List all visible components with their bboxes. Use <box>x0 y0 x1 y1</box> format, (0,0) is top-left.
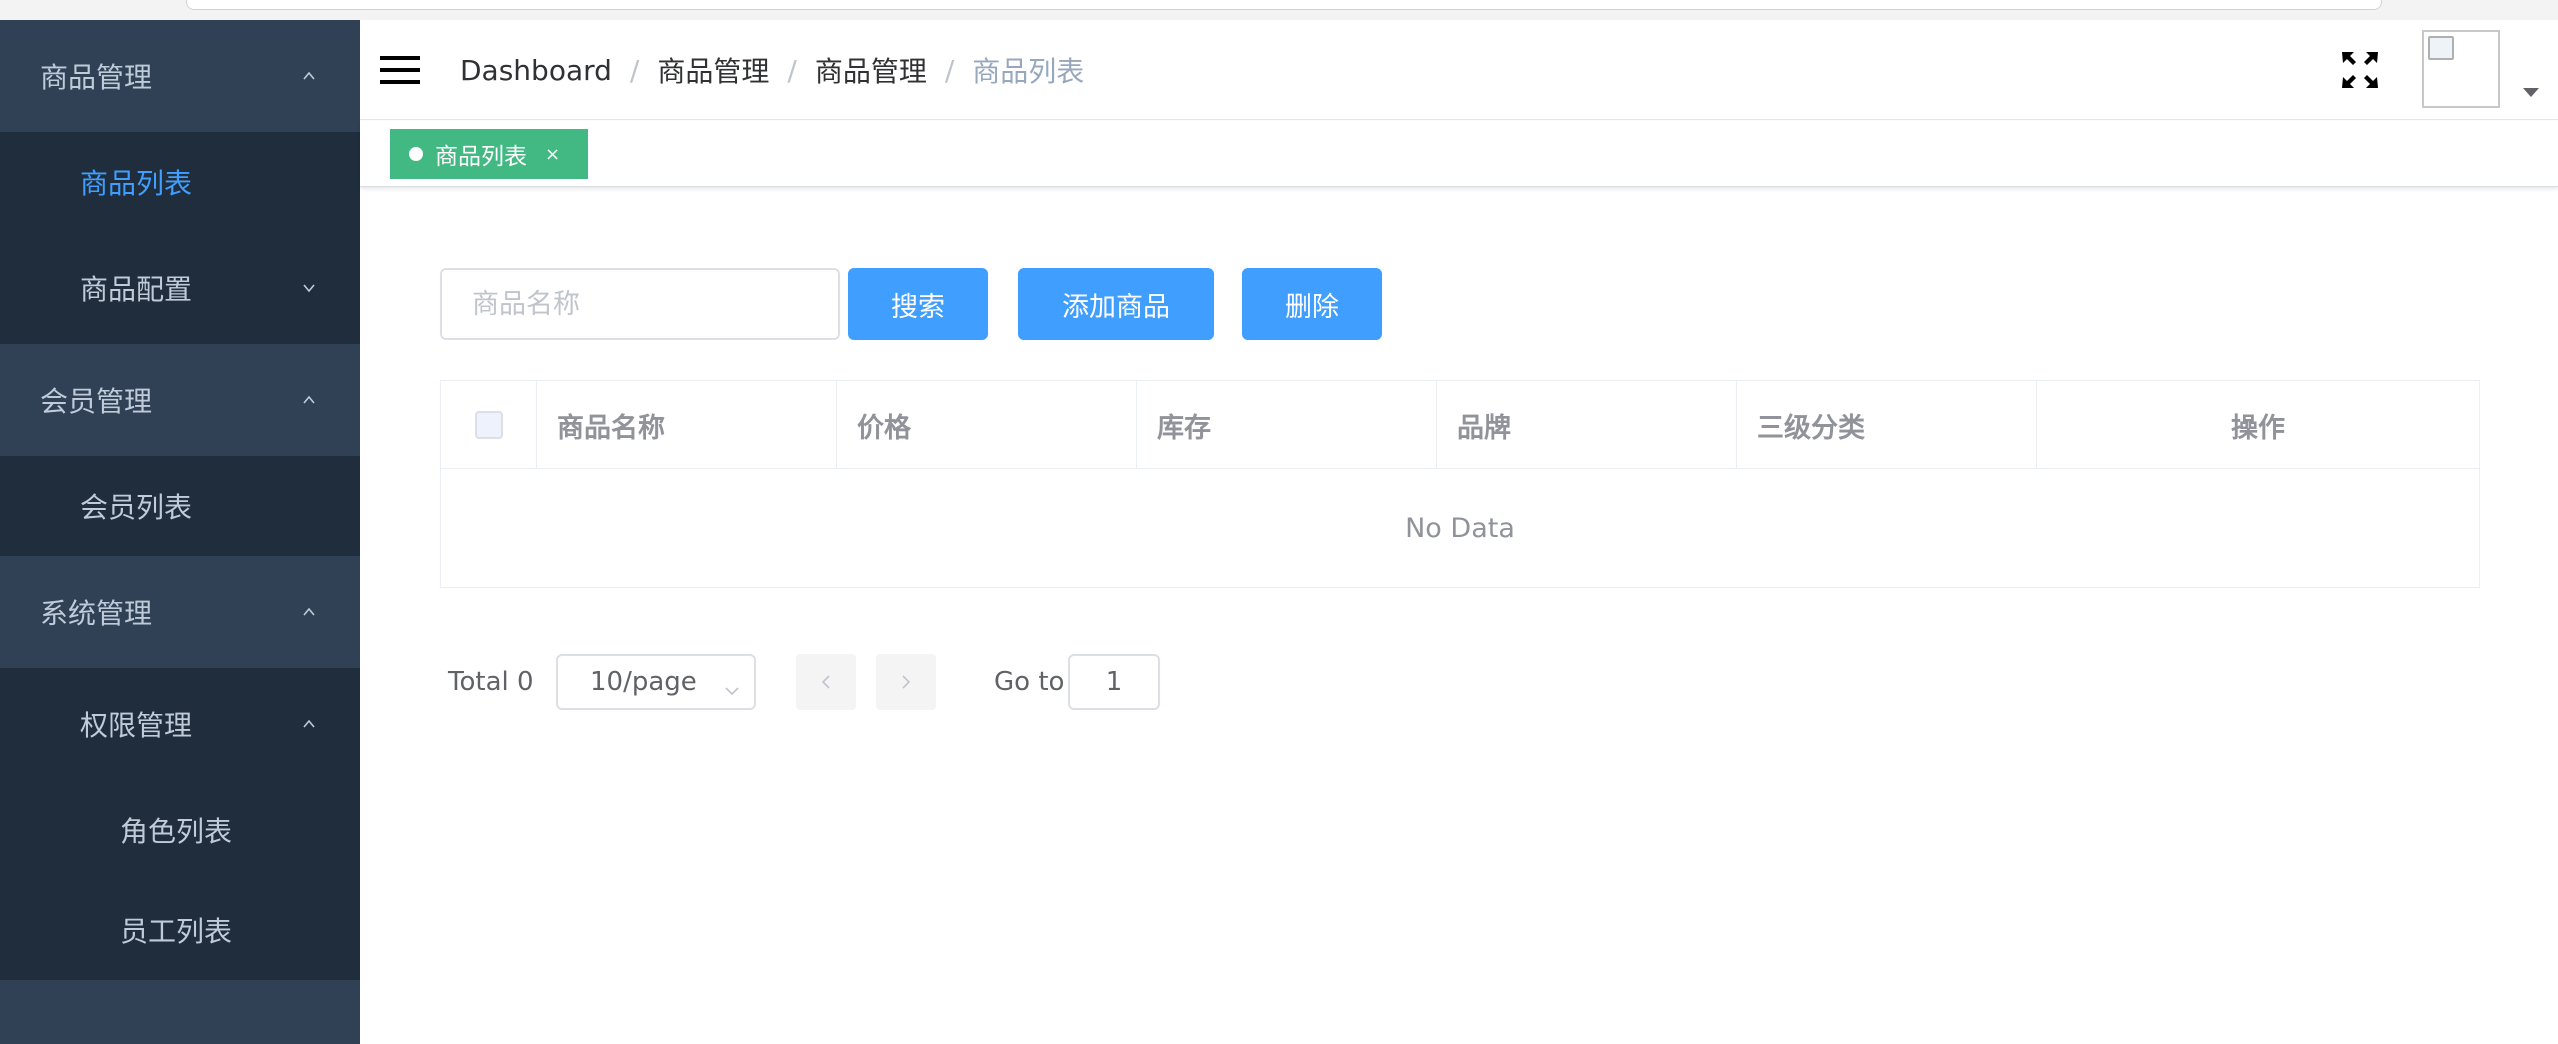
select-all-checkbox[interactable] <box>474 411 503 439</box>
breadcrumb-separator: / <box>629 53 640 87</box>
sidebar-group-label: 会员管理 <box>40 385 153 418</box>
chevron-up-icon <box>302 717 316 731</box>
sidebar-item-role-list[interactable]: 角色列表 <box>0 780 360 880</box>
tag-product-list[interactable]: 商品列表 × <box>390 129 588 179</box>
sidebar-item-label: 员工列表 <box>120 915 233 948</box>
page-size-value: 10/page <box>590 667 697 697</box>
table-header: 商品名称 价格 库存 品牌 三级分类 操作 <box>441 381 2479 469</box>
sidebar-group-product[interactable]: 商品管理 <box>0 20 360 132</box>
column-header-brand[interactable]: 品牌 <box>1437 381 1737 469</box>
sidebar-item-permission[interactable]: 权限管理 <box>0 668 360 780</box>
dot-icon <box>409 147 423 161</box>
browser-address-bar[interactable] <box>186 0 2382 10</box>
breadcrumb-separator: / <box>944 53 955 87</box>
sidebar-group-label: 系统管理 <box>40 597 153 630</box>
chevron-up-icon <box>302 69 316 83</box>
breadcrumb-item-product-mgmt[interactable]: 商品管理 <box>657 50 769 90</box>
column-header-price[interactable]: 价格 <box>837 381 1137 469</box>
goto-label: Go to <box>994 667 1065 697</box>
hamburger-menu-icon[interactable] <box>380 50 420 90</box>
column-header-stock[interactable]: 库存 <box>1137 381 1437 469</box>
breadcrumb: Dashboard / 商品管理 / 商品管理 / 商品列表 <box>460 20 1084 120</box>
fullscreen-icon[interactable] <box>2340 48 2380 92</box>
page-size-select[interactable]: 10/page <box>556 654 756 710</box>
chevron-up-icon <box>302 605 316 619</box>
prev-page-button[interactable] <box>796 654 856 710</box>
search-button[interactable]: 搜索 <box>848 268 988 340</box>
table-empty-text: No Data <box>1405 512 1515 544</box>
sidebar-item-member-list[interactable]: 会员列表 <box>0 456 360 556</box>
delete-button[interactable]: 删除 <box>1242 268 1382 340</box>
sidebar-item-label: 会员列表 <box>80 491 193 524</box>
breadcrumb-item-dashboard[interactable]: Dashboard <box>460 54 612 87</box>
sidebar-item-staff-list[interactable]: 员工列表 <box>0 880 360 980</box>
breadcrumb-item-current: 商品列表 <box>972 55 1085 88</box>
next-page-button[interactable] <box>876 654 936 710</box>
chevron-up-icon <box>302 393 316 407</box>
sidebar-item-label: 商品配置 <box>80 273 193 306</box>
browser-chrome <box>0 0 2558 20</box>
product-name-search-input[interactable] <box>440 268 840 340</box>
column-header-actions: 操作 <box>2231 412 2285 444</box>
select-all-cell <box>441 381 537 469</box>
sidebar-group-system[interactable]: 系统管理 <box>0 556 360 668</box>
avatar[interactable] <box>2422 30 2500 108</box>
pagination-total: Total 0 <box>448 667 534 697</box>
sidebar-item-label: 权限管理 <box>80 709 193 742</box>
sidebar-item-label: 角色列表 <box>120 815 233 848</box>
sidebar-group-label: 商品管理 <box>40 61 153 94</box>
breadcrumb-item-product-mgmt-sub[interactable]: 商品管理 <box>815 50 927 90</box>
product-table: 商品名称 价格 库存 品牌 三级分类 操作 No Data <box>440 380 2480 588</box>
navbar: Dashboard / 商品管理 / 商品管理 / 商品列表 <box>360 20 2558 120</box>
sidebar-item-label: 商品列表 <box>80 167 193 200</box>
tag-label: 商品列表 <box>435 144 527 170</box>
chevron-down-icon <box>724 676 740 696</box>
sidebar: 商品管理 商品列表 商品配置 会员管理 会员列表 系统管理 权限管理 角色列表 <box>0 20 360 1044</box>
caret-down-icon[interactable] <box>2523 88 2539 97</box>
sidebar-item-product-list[interactable]: 商品列表 <box>0 132 360 232</box>
sidebar-item-product-config[interactable]: 商品配置 <box>0 232 360 344</box>
add-product-button[interactable]: 添加商品 <box>1018 268 1214 340</box>
sidebar-group-member[interactable]: 会员管理 <box>0 344 360 456</box>
close-icon[interactable]: × <box>545 144 560 165</box>
broken-image-icon <box>2428 36 2454 60</box>
goto-page-input[interactable] <box>1068 654 1160 710</box>
chevron-down-icon <box>302 281 316 295</box>
chevron-left-icon <box>821 675 830 689</box>
column-header-name[interactable]: 商品名称 <box>537 381 837 469</box>
breadcrumb-separator: / <box>787 53 797 87</box>
chevron-right-icon <box>902 675 911 689</box>
column-header-category[interactable]: 三级分类 <box>1737 381 2037 469</box>
tags-view: 商品列表 × <box>360 121 2558 187</box>
